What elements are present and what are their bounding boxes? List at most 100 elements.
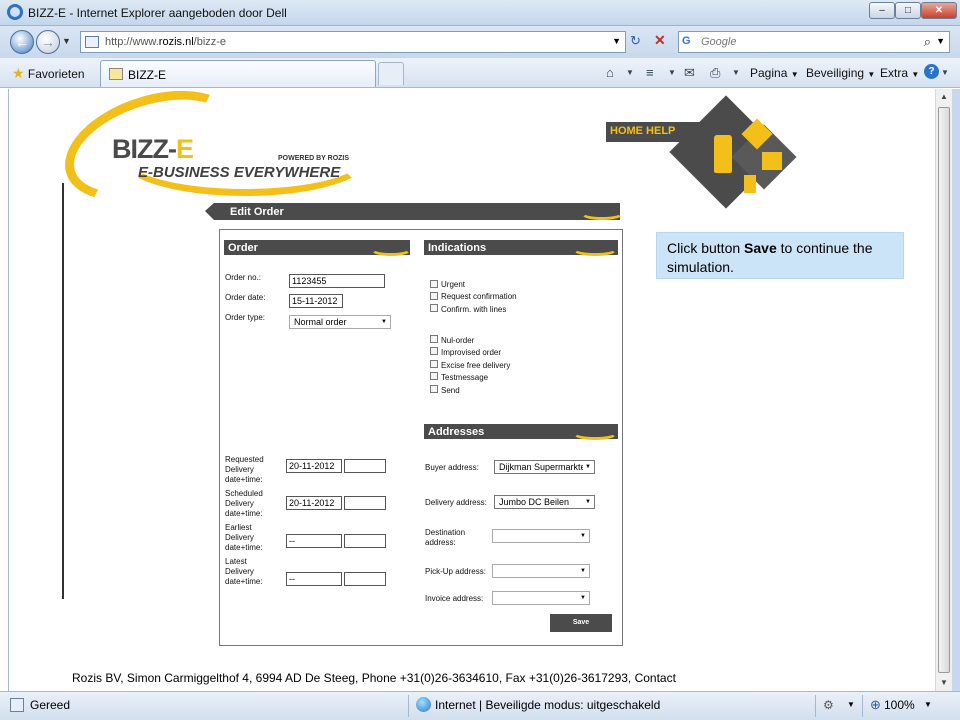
order-no-field[interactable]: 1123455 — [289, 274, 385, 288]
latest-time-field[interactable] — [344, 572, 386, 586]
invoice-address-label: Invoice address: — [425, 594, 484, 603]
requested-date-field[interactable]: 20-11-2012 — [286, 459, 342, 473]
invoice-address-select[interactable]: ▼ — [492, 591, 590, 605]
request-confirmation-checkbox[interactable] — [430, 292, 438, 300]
stop-icon[interactable]: ✕ — [654, 32, 670, 49]
favorites-button[interactable]: ★ Favorieten — [12, 65, 85, 82]
destination-address-select[interactable]: ▼ — [492, 529, 590, 543]
scheduled-delivery-label: Scheduled Delivery date+time: — [225, 489, 263, 518]
scrollbar-thumb[interactable] — [938, 107, 950, 673]
address-url[interactable]: http://www.rozis.nl/bizz-e — [105, 36, 226, 48]
home-help-link[interactable]: HOME HELP — [610, 125, 675, 137]
testmessage-checkbox[interactable] — [430, 372, 438, 380]
new-tab-button[interactable] — [378, 62, 404, 85]
section-swoosh — [572, 426, 618, 440]
address-bar[interactable]: http://www.rozis.nl/bizz-e ▼ — [80, 31, 626, 53]
maximize-button[interactable]: □ — [895, 2, 921, 19]
order-date-field[interactable]: 15-11-2012 — [289, 294, 343, 308]
requested-time-field[interactable] — [344, 459, 386, 473]
zoom-icon[interactable]: ⊕ — [870, 697, 881, 713]
zoom-level[interactable]: 100% — [884, 698, 915, 712]
logo-powered-by: POWERED BY ROZIS — [278, 155, 350, 162]
page-status-icon — [10, 698, 24, 712]
order-no-label: Order no.: — [225, 273, 262, 282]
extra-menu[interactable]: Extra ▼ — [880, 66, 919, 80]
star-icon: ★ — [12, 65, 25, 81]
gear-dropdown-icon[interactable]: ▼ — [847, 700, 855, 709]
print-icon[interactable]: ⎙ — [710, 65, 720, 81]
buyer-address-label: Buyer address: — [425, 463, 479, 472]
improvised-order-checkbox[interactable] — [430, 347, 438, 355]
help-icon[interactable]: ? — [924, 64, 939, 79]
delivery-address-select[interactable]: Jumbo DC Beilen ▼ — [494, 495, 595, 509]
chevron-down-icon: ▼ — [381, 319, 387, 325]
header-swoosh — [580, 206, 624, 220]
nul-order-checkbox[interactable] — [430, 335, 438, 343]
navigation-bar: ← → ▼ http://www.rozis.nl/bizz-e ▼ ↻ ✕ G… — [0, 26, 960, 58]
send-label: Send — [441, 386, 460, 395]
send-checkbox[interactable] — [430, 385, 438, 393]
latest-date-field[interactable]: -- — [286, 572, 342, 586]
address-dropdown-icon[interactable]: ▼ — [612, 36, 621, 46]
requested-delivery-label: Requested Delivery date+time: — [225, 455, 264, 484]
scroll-up-icon[interactable]: ▲ — [936, 89, 952, 105]
earliest-time-field[interactable] — [344, 534, 386, 548]
print-dropdown-icon[interactable]: ▼ — [732, 68, 740, 77]
zoom-dropdown-icon[interactable]: ▼ — [924, 700, 932, 709]
delivery-address-label: Delivery address: — [425, 498, 487, 507]
scheduled-date-field[interactable]: 20-11-2012 — [286, 496, 342, 510]
nul-order-label: Nul-order — [441, 336, 475, 345]
vertical-scrollbar[interactable]: ▲ ▼ — [935, 89, 952, 691]
gear-icon[interactable]: ⚙ — [823, 698, 834, 712]
logo-tagline: E-BUSINESS EVERYWHERE — [138, 164, 341, 181]
window-titlebar: BIZZ-E - Internet Explorer aangeboden do… — [0, 0, 960, 26]
page-menu[interactable]: Pagina ▼ — [750, 66, 799, 80]
pickup-address-label: Pick-Up address: — [425, 567, 486, 576]
buyer-address-select[interactable]: Dijkman Supermarkten ▼ — [494, 460, 595, 474]
refresh-icon[interactable]: ↻ — [630, 33, 648, 49]
confirm-with-lines-checkbox[interactable] — [430, 304, 438, 312]
scroll-down-icon[interactable]: ▼ — [936, 675, 952, 691]
chevron-down-icon: ▼ — [583, 461, 591, 473]
addresses-section-title: Addresses — [428, 426, 485, 438]
window-frame — [952, 89, 960, 691]
page-icon — [85, 36, 99, 48]
order-date-label: Order date: — [225, 293, 266, 302]
search-icon[interactable]: ⌕ — [924, 34, 931, 50]
globe-icon — [416, 697, 431, 712]
pickup-address-select[interactable]: ▼ — [492, 564, 590, 578]
order-type-label: Order type: — [225, 313, 266, 322]
save-button[interactable]: Save — [550, 614, 612, 632]
back-button[interactable]: ← — [10, 30, 34, 54]
forward-button[interactable]: → — [36, 30, 60, 54]
order-type-select[interactable]: Normal order ▼ — [289, 315, 391, 329]
confirm-with-lines-label: Confirm. with lines — [441, 305, 507, 314]
home-dropdown-icon[interactable]: ▼ — [626, 68, 634, 77]
recent-pages-dropdown-icon[interactable]: ▼ — [62, 36, 71, 46]
tab-label: BIZZ-E — [128, 68, 166, 82]
small-bottle-icon — [744, 175, 756, 193]
home-icon[interactable]: ⌂ — [606, 65, 614, 80]
help-dropdown-icon[interactable]: ▼ — [941, 68, 949, 77]
search-placeholder[interactable]: Google — [701, 36, 736, 48]
security-zone-text[interactable]: Internet | Beveiligde modus: uitgeschake… — [435, 698, 660, 712]
status-text: Gereed — [30, 698, 71, 712]
close-button[interactable]: ✕ — [921, 2, 957, 19]
scheduled-time-field[interactable] — [344, 496, 386, 510]
feeds-icon[interactable]: ≡ — [646, 65, 654, 80]
edit-order-arrow-icon — [205, 203, 214, 220]
excise-free-delivery-checkbox[interactable] — [430, 360, 438, 368]
testmessage-label: Testmessage — [441, 373, 489, 382]
tab-bizz-e[interactable]: BIZZ-E — [100, 60, 376, 87]
mail-icon[interactable]: ✉ — [684, 65, 695, 81]
search-options-icon[interactable]: ▼ — [936, 36, 945, 46]
minimize-button[interactable]: – — [869, 2, 895, 19]
urgent-checkbox[interactable] — [430, 280, 438, 288]
instruction-callout: Click button Save to continue the simula… — [656, 232, 904, 279]
page-footer: Rozis BV, Simon Carmiggelthof 4, 6994 AD… — [72, 671, 676, 685]
search-box[interactable]: G Google ⌕ ▼ — [678, 31, 950, 53]
section-swoosh — [370, 242, 412, 256]
security-menu[interactable]: Beveiliging ▼ — [806, 66, 875, 80]
earliest-date-field[interactable]: -- — [286, 534, 342, 548]
feeds-dropdown-icon[interactable]: ▼ — [668, 68, 676, 77]
